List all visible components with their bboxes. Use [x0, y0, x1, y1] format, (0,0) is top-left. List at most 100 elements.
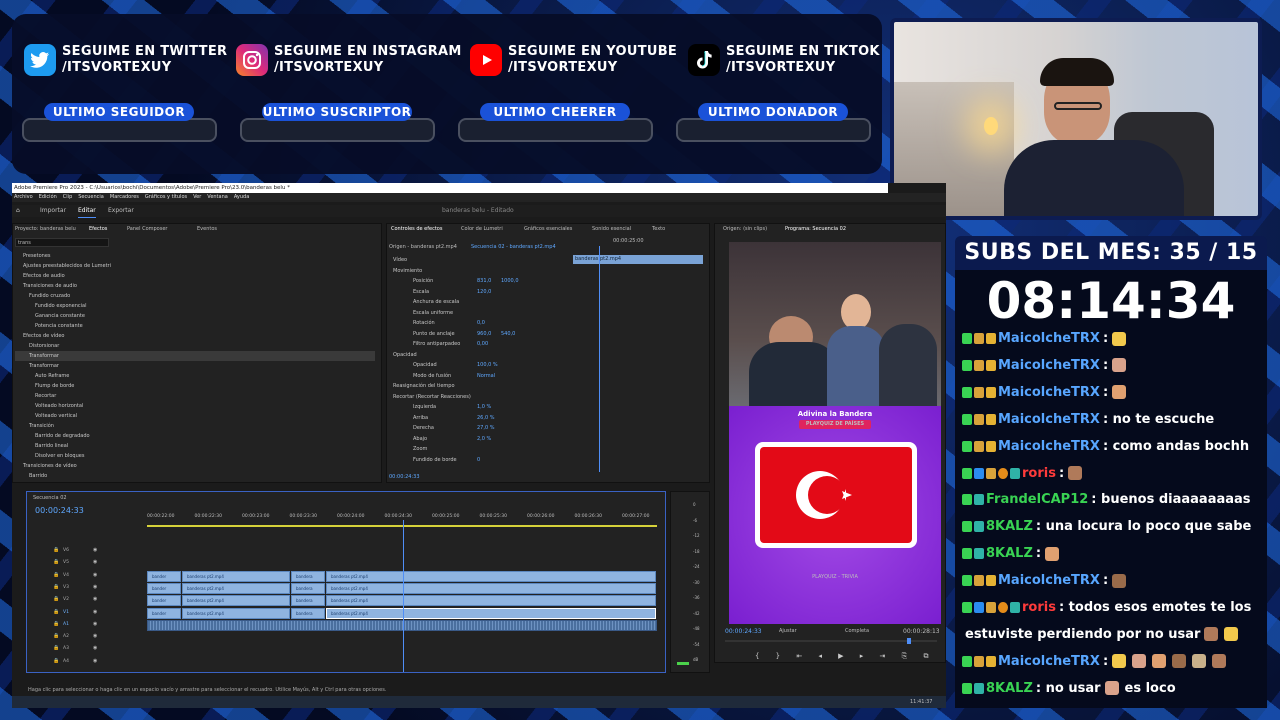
effect-tree-item[interactable]: Transiciones de audio [15, 281, 375, 291]
timeline-clip[interactable]: banderas pt2.mp4 [182, 607, 290, 619]
timeline-clip[interactable]: bandera [291, 595, 325, 607]
lock-icon[interactable]: 🔒 [53, 572, 59, 578]
property-value[interactable]: 26,0 % [477, 413, 494, 423]
timeline-clip[interactable]: bandera [291, 582, 325, 594]
tab-essential-sound[interactable]: Sonido esencial [592, 226, 631, 232]
effect-property-row[interactable]: Reasignación del tiempo [387, 381, 573, 392]
property-value[interactable]: 2,0 % [477, 434, 491, 444]
track-label[interactable]: V1 [63, 610, 69, 615]
eye-icon[interactable]: ◉ [93, 572, 97, 578]
lock-icon[interactable]: 🔒 [53, 621, 59, 627]
effect-tree-item[interactable]: Flump de borde [15, 381, 375, 391]
lock-icon[interactable]: 🔒 [53, 645, 59, 651]
menu-graphics[interactable]: Gráficos y títulos [145, 194, 187, 200]
menu-markers[interactable]: Marcadores [110, 194, 139, 200]
effect-tree-item[interactable]: Disolver en bloques [15, 451, 375, 461]
effect-tree-item[interactable]: Auto Reframe [15, 371, 375, 381]
program-monitor-tab[interactable]: Programa: Secuencia 02 [785, 226, 846, 232]
work-area-bar[interactable] [147, 525, 657, 527]
effect-tree-item[interactable]: Ajustes preestablecidos de Lumetri [15, 261, 375, 271]
effect-tree-item[interactable]: Presetones [15, 251, 375, 261]
track-label[interactable]: A2 [63, 634, 69, 639]
property-value[interactable]: Normal [477, 371, 495, 381]
chat-username[interactable]: MaicolcheTRX [998, 654, 1100, 669]
eye-icon[interactable]: ◉ [93, 621, 97, 627]
effect-property-row[interactable]: Opacidad 100,0 % [387, 360, 573, 371]
timeline-clip[interactable]: banderas pt2.mp4 [182, 582, 290, 594]
effect-property-row[interactable]: Rotación 0,0 [387, 318, 573, 329]
tab-lumetri-color[interactable]: Color de Lumetri [461, 226, 503, 232]
timeline-clip[interactable]: banderas pt2.mp4 [326, 582, 656, 594]
effect-tree-item[interactable]: Volteado horizontal [15, 401, 375, 411]
effect-property-row[interactable]: Anchura de escala [387, 297, 573, 308]
transport-controls[interactable]: { } ⇤ ◂ ▶ ▸ ⇥ ⎘ ⧉ [755, 652, 928, 661]
timeline-clip[interactable]: banderas pt2.mp4 [326, 607, 656, 619]
quality-select[interactable]: Completa [845, 628, 869, 634]
timeline-ruler[interactable]: 00:00:22:00 00:00:22:30 00:00:23:00 00:00:2… [147, 514, 657, 524]
chat-username[interactable]: FrandelCAP12 [986, 492, 1088, 507]
track-label[interactable]: A3 [63, 646, 69, 651]
lock-icon[interactable]: 🔒 [53, 658, 59, 664]
effect-property-row[interactable]: Fundido de borde 0 [387, 455, 573, 466]
chat-username[interactable]: roris [1022, 466, 1056, 481]
audio-clip[interactable] [147, 619, 657, 631]
effect-tree-item[interactable]: Transición [15, 421, 375, 431]
tab-composer[interactable]: Panel Composer [127, 226, 167, 232]
property-value[interactable]: 1,0 % [477, 402, 491, 412]
effect-tree-item[interactable]: Fundido cruzado [15, 291, 375, 301]
tab-export[interactable]: Exportar [108, 205, 134, 217]
chat-username[interactable]: roris [1022, 600, 1056, 615]
home-icon[interactable]: ⌂ [16, 205, 20, 217]
chat-username[interactable]: MaicolcheTRX [998, 331, 1100, 346]
timeline-clip[interactable]: bandera [291, 607, 325, 619]
mini-clip[interactable]: banderas pt2.mp4 [573, 255, 703, 264]
chat-username[interactable]: MaicolcheTRX [998, 573, 1100, 588]
effect-property-row[interactable]: Opacidad [387, 350, 573, 361]
chat-username[interactable]: 8KALZ [986, 546, 1033, 561]
effect-property-row[interactable]: Zoom [387, 444, 573, 455]
effect-property-row[interactable]: Punto de anclaje 960,0 540,0 [387, 329, 573, 340]
property-value-2[interactable]: 1000,0 [501, 276, 519, 286]
effect-tree-item[interactable]: Transformar [15, 361, 375, 371]
timeline-clip[interactable]: bander [147, 595, 181, 607]
effect-tree-item[interactable]: Barrido de degradado [15, 431, 375, 441]
lock-icon[interactable]: 🔒 [53, 633, 59, 639]
property-value[interactable]: 831,0 [477, 276, 491, 286]
timeline-clip[interactable]: bander [147, 570, 181, 582]
effect-tree-item[interactable]: Recortar [15, 391, 375, 401]
tab-events[interactable]: Eventos [197, 226, 217, 232]
property-value[interactable]: 0 [477, 455, 480, 465]
effect-property-row[interactable]: Arriba 26,0 % [387, 413, 573, 424]
property-value[interactable]: 960,0 [477, 329, 491, 339]
effect-property-row[interactable]: Izquierda 1,0 % [387, 402, 573, 413]
program-playhead[interactable] [907, 638, 911, 644]
tab-import[interactable]: Importar [40, 205, 66, 217]
track-label[interactable]: V4 [63, 573, 69, 578]
timeline-clip[interactable]: bandera [291, 570, 325, 582]
lock-icon[interactable]: 🔒 [53, 547, 59, 553]
track-label[interactable]: A1 [63, 622, 69, 627]
effect-property-row[interactable]: Escala uniforme [387, 308, 573, 319]
track-label[interactable]: A4 [63, 659, 69, 664]
eye-icon[interactable]: ◉ [93, 609, 97, 615]
effect-property-row[interactable]: Vídeo [387, 255, 573, 266]
property-value[interactable]: 120,0 [477, 287, 491, 297]
menu-file[interactable]: Archivo [14, 194, 33, 200]
effect-tree-item[interactable]: Transiciones de vídeo [15, 461, 375, 471]
property-value[interactable]: 27,0 % [477, 423, 494, 433]
source-monitor-tab[interactable]: Origen: (sin clips) [723, 226, 767, 232]
timeline-clip[interactable]: banderas pt2.mp4 [326, 595, 656, 607]
property-value[interactable]: 0,0 [477, 318, 485, 328]
chat-username[interactable]: 8KALZ [986, 519, 1033, 534]
eye-icon[interactable]: ◉ [93, 596, 97, 602]
track-label[interactable]: V5 [63, 560, 69, 565]
eye-icon[interactable]: ◉ [93, 658, 97, 664]
sequence-tab[interactable]: Secuencia 02 [33, 495, 67, 501]
menu-sequence[interactable]: Secuencia [78, 194, 104, 200]
effect-tree-item[interactable]: Distorsionar [15, 341, 375, 351]
effect-property-row[interactable]: Posición 831,0 1000,0 [387, 276, 573, 287]
lock-icon[interactable]: 🔒 [53, 596, 59, 602]
effect-tree-item[interactable]: Barrido [15, 471, 375, 481]
menu-edit[interactable]: Edición [39, 194, 57, 200]
fit-select[interactable]: Ajustar [779, 628, 797, 634]
